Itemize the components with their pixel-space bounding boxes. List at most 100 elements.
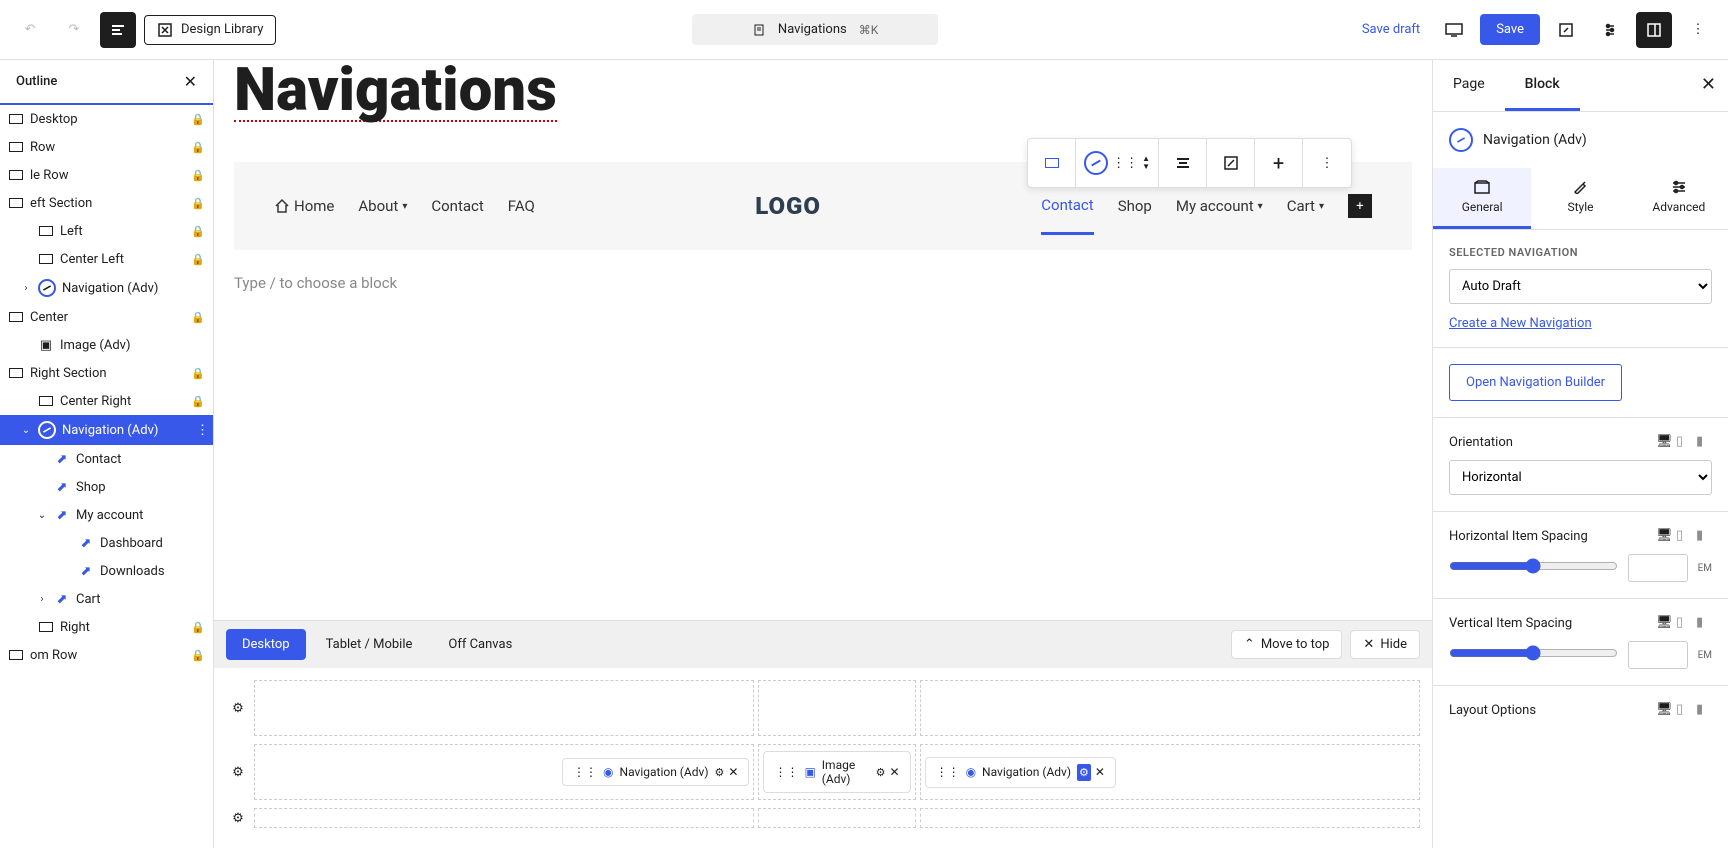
row-settings-button[interactable]: ⚙ bbox=[226, 808, 250, 828]
redo-button[interactable]: ↷ bbox=[56, 12, 92, 48]
outline-item[interactable]: ⬈Downloads bbox=[0, 557, 213, 585]
nav-link-faq[interactable]: FAQ bbox=[508, 197, 535, 215]
hide-builder-button[interactable]: ✕Hide bbox=[1350, 630, 1420, 659]
more-options-button[interactable]: ⋮ bbox=[1680, 12, 1716, 48]
outline-item[interactable]: Center🔒 bbox=[0, 303, 213, 331]
nav-link-my-account[interactable]: My account ▾ bbox=[1176, 197, 1263, 215]
builder-cell[interactable] bbox=[758, 808, 915, 828]
device-mobile-icon[interactable]: ▮ bbox=[1696, 702, 1712, 718]
navigation-header-block[interactable]: ⋮⋮ ▲ ▼ + ⋮ Home About ▾ Cont bbox=[234, 162, 1412, 250]
builder-tab-desktop[interactable]: Desktop bbox=[226, 629, 306, 660]
builder-block-nav[interactable]: ⋮⋮ ◉ Navigation (Adv) ⚙✕ bbox=[562, 758, 749, 786]
device-tablet-icon[interactable]: ▯ bbox=[1676, 702, 1692, 718]
nav-link-contact[interactable]: Contact bbox=[431, 197, 483, 215]
device-tablet-icon[interactable]: ▯ bbox=[1676, 434, 1692, 450]
builder-cell[interactable] bbox=[920, 808, 1420, 828]
subtab-advanced[interactable]: Advanced bbox=[1630, 168, 1728, 229]
page-title[interactable]: Navigations bbox=[234, 60, 557, 122]
row-settings-button[interactable]: ⚙ bbox=[226, 680, 250, 736]
link-button[interactable] bbox=[1207, 139, 1255, 187]
device-mobile-icon[interactable]: ▮ bbox=[1696, 615, 1712, 631]
device-desktop-icon[interactable]: 🖥 bbox=[1656, 615, 1672, 631]
document-title-bar[interactable]: Navigations ⌘K bbox=[692, 14, 938, 45]
edit-mode-button[interactable] bbox=[1548, 12, 1584, 48]
remove-block-icon[interactable]: ✕ bbox=[890, 765, 900, 779]
sidebar-toggle-button[interactable] bbox=[1636, 12, 1672, 48]
open-navigation-builder-button[interactable]: Open Navigation Builder bbox=[1449, 364, 1622, 401]
builder-cell[interactable] bbox=[254, 808, 754, 828]
block-settings-icon[interactable]: ⚙ bbox=[715, 766, 725, 779]
builder-cell[interactable]: ⋮⋮ ◉ Navigation (Adv) ⚙✕ bbox=[920, 744, 1420, 800]
save-button[interactable]: Save bbox=[1480, 14, 1540, 45]
outline-item[interactable]: Right🔒 bbox=[0, 613, 213, 641]
block-type-icon[interactable] bbox=[1084, 151, 1108, 175]
h-spacing-slider[interactable] bbox=[1449, 558, 1618, 574]
outline-item[interactable]: ›Navigation (Adv) bbox=[0, 273, 213, 303]
h-spacing-input[interactable] bbox=[1628, 554, 1688, 582]
outline-item[interactable]: ⬈Shop bbox=[0, 473, 213, 501]
drag-handle-icon[interactable]: ⋮⋮ bbox=[573, 765, 597, 779]
outline-item[interactable]: Left🔒 bbox=[0, 217, 213, 245]
outline-item[interactable]: Row🔒 bbox=[0, 133, 213, 161]
chevron-icon[interactable]: ⌄ bbox=[36, 510, 48, 521]
settings-toggle-button[interactable] bbox=[1592, 12, 1628, 48]
outline-item[interactable]: le Row🔒 bbox=[0, 161, 213, 189]
outline-item[interactable]: ⌄Navigation (Adv)⋮ bbox=[0, 415, 213, 445]
subtab-style[interactable]: Style bbox=[1531, 168, 1629, 229]
outline-item[interactable]: Desktop🔒 bbox=[0, 105, 213, 133]
list-view-button[interactable] bbox=[100, 12, 136, 48]
v-spacing-slider[interactable] bbox=[1449, 645, 1618, 661]
add-block-button[interactable]: + bbox=[1255, 139, 1303, 187]
nav-link-contact-right[interactable]: Contact bbox=[1041, 196, 1093, 235]
block-more-button[interactable]: ⋮ bbox=[1303, 139, 1351, 187]
outline-item[interactable]: Center Left🔒 bbox=[0, 245, 213, 273]
device-desktop-icon[interactable]: 🖥 bbox=[1656, 528, 1672, 544]
nav-link-shop[interactable]: Shop bbox=[1118, 197, 1152, 215]
preview-button[interactable] bbox=[1436, 12, 1472, 48]
block-appender[interactable]: Type / to choose a block bbox=[234, 270, 1412, 296]
design-library-button[interactable]: Design Library bbox=[144, 15, 276, 45]
builder-block-nav-selected[interactable]: ⋮⋮ ◉ Navigation (Adv) ⚙✕ bbox=[925, 757, 1116, 788]
builder-cell[interactable] bbox=[920, 680, 1420, 736]
builder-block-image[interactable]: ⋮⋮ ▣ Image (Adv) ⚙✕ bbox=[763, 751, 910, 793]
nav-link-home[interactable]: Home bbox=[274, 197, 334, 215]
v-spacing-input[interactable] bbox=[1628, 641, 1688, 669]
logo[interactable]: LOGO bbox=[755, 192, 821, 220]
move-to-top-button[interactable]: ⌃Move to top bbox=[1231, 630, 1343, 659]
builder-tab-tablet[interactable]: Tablet / Mobile bbox=[310, 629, 429, 660]
subtab-general[interactable]: General bbox=[1433, 168, 1531, 229]
outline-item[interactable]: Center Right🔒 bbox=[0, 387, 213, 415]
device-tablet-icon[interactable]: ▯ bbox=[1676, 615, 1692, 631]
remove-block-icon[interactable]: ✕ bbox=[728, 765, 738, 779]
align-button[interactable] bbox=[1159, 139, 1207, 187]
device-desktop-icon[interactable]: 🖥 bbox=[1656, 702, 1672, 718]
row-settings-button[interactable]: ⚙ bbox=[226, 744, 250, 800]
outline-item[interactable]: eft Section🔒 bbox=[0, 189, 213, 217]
save-draft-button[interactable]: Save draft bbox=[1354, 14, 1428, 45]
builder-cell[interactable]: ⋮⋮ ◉ Navigation (Adv) ⚙✕ bbox=[254, 744, 754, 800]
builder-cell[interactable] bbox=[254, 680, 754, 736]
device-mobile-icon[interactable]: ▮ bbox=[1696, 434, 1712, 450]
outline-item[interactable]: ⌄⬈My account bbox=[0, 501, 213, 529]
close-outline-button[interactable]: ✕ bbox=[184, 72, 197, 91]
create-navigation-link[interactable]: Create a New Navigation bbox=[1449, 316, 1592, 331]
device-desktop-icon[interactable]: 🖥 bbox=[1656, 434, 1672, 450]
outline-item[interactable]: ▣Image (Adv) bbox=[0, 331, 213, 359]
remove-block-icon[interactable]: ✕ bbox=[1095, 765, 1105, 779]
outline-item[interactable]: ⬈Dashboard bbox=[0, 529, 213, 557]
drag-handle-icon[interactable]: ⋮⋮ bbox=[936, 765, 960, 779]
orientation-select[interactable]: Horizontal bbox=[1449, 460, 1712, 495]
close-settings-button[interactable]: ✕ bbox=[1701, 74, 1716, 95]
block-settings-icon[interactable]: ⚙ bbox=[1077, 764, 1091, 781]
device-tablet-icon[interactable]: ▯ bbox=[1676, 528, 1692, 544]
builder-tab-offcanvas[interactable]: Off Canvas bbox=[432, 629, 528, 660]
chevron-icon[interactable]: ⌄ bbox=[20, 425, 32, 436]
outline-item[interactable]: ⬈Contact bbox=[0, 445, 213, 473]
builder-cell[interactable] bbox=[758, 680, 915, 736]
move-down-button[interactable]: ▼ bbox=[1142, 163, 1150, 171]
chevron-icon[interactable]: › bbox=[20, 283, 32, 294]
settings-tab-block[interactable]: Block bbox=[1505, 60, 1580, 111]
drag-handle-icon[interactable]: ⋮⋮ bbox=[1112, 156, 1138, 171]
parent-block-button[interactable] bbox=[1028, 139, 1076, 187]
nav-link-about[interactable]: About ▾ bbox=[358, 197, 407, 215]
